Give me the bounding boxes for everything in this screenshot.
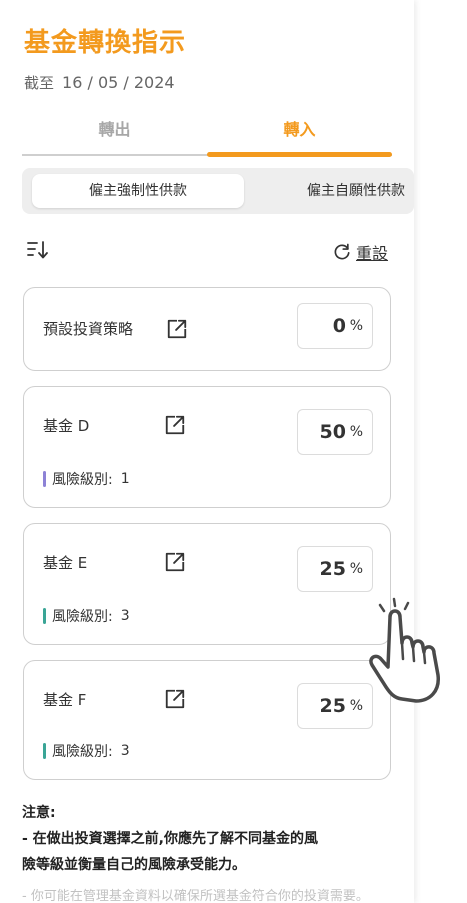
notice-line-1: - 在做出投資選擇之前,你應先了解不同基金的風 [22, 831, 319, 847]
notice-heading: 注意: [22, 805, 56, 821]
refresh-icon [334, 243, 350, 260]
risk-value: 3 [120, 743, 130, 759]
fund-card-d: 基金 D 50 % 風險級別: 1 [23, 386, 391, 508]
fund-name: 預設投資策略 [43, 320, 134, 338]
notice-line-2: 險等級並衡量自己的風險承受能力。 [22, 857, 246, 873]
risk-value: 1 [120, 471, 130, 487]
fund-card-default: 預設投資策略 0 % [23, 287, 391, 371]
percent-sign: % [349, 318, 363, 334]
page-title: 基金轉換指示 [24, 28, 187, 58]
sort-icon[interactable] [26, 238, 50, 262]
percent-input[interactable]: 50 % [297, 409, 373, 455]
tab-switch-out[interactable]: 轉出 [22, 116, 207, 140]
external-link-icon[interactable] [164, 414, 186, 436]
notice-section: 注意: - 在做出投資選擇之前,你應先了解不同基金的風 險等級並衡量自己的風險承… [22, 800, 392, 878]
contribution-type-tabs: 僱主強制性供款 僱主自願性供款 [22, 168, 414, 214]
percent-value: 25 [319, 558, 346, 580]
tab-active-indicator [207, 152, 392, 157]
risk-label: 風險級別: [52, 472, 113, 488]
percent-sign: % [349, 561, 363, 577]
risk-label: 風險級別: [52, 609, 113, 625]
external-link-icon[interactable] [166, 318, 188, 340]
percent-value: 25 [319, 695, 346, 717]
tab-employer-mandatory[interactable]: 僱主強制性供款 [32, 174, 244, 208]
fund-name: 基金 E [43, 554, 88, 572]
risk-color-bar [43, 471, 46, 487]
risk-color-bar [43, 743, 46, 759]
reset-button[interactable]: 重設 [332, 240, 388, 264]
fund-name: 基金 D [43, 417, 90, 435]
percent-input[interactable]: 25 % [297, 546, 373, 592]
as-of-date: 截至 16 / 05 / 2024 [24, 72, 175, 93]
risk-label: 風險級別: [52, 744, 113, 760]
reset-label: 重設 [356, 244, 389, 263]
risk-level: 風險級別: 3 [43, 741, 130, 761]
fund-card-f: 基金 F 25 % 風險級別: 3 [23, 660, 391, 780]
as-of-value: 16 / 05 / 2024 [62, 73, 175, 92]
switch-tabs: 轉出 轉入 [22, 116, 392, 160]
risk-value: 3 [120, 608, 130, 624]
fund-name: 基金 F [43, 691, 87, 709]
percent-value: 50 [319, 421, 346, 443]
fund-card-e: 基金 E 25 % 風險級別: 3 [23, 523, 391, 645]
fund-switch-page: 基金轉換指示 截至 16 / 05 / 2024 轉出 轉入 僱主強制性供款 僱主… [0, 0, 414, 903]
notice-line-3: - 你可能在管理基金資料以確保所選基金符合你的投資需要。 [22, 889, 369, 903]
risk-level: 風險級別: 3 [43, 606, 130, 626]
tab-switch-in[interactable]: 轉入 [207, 116, 392, 140]
percent-sign: % [349, 424, 363, 440]
external-link-icon[interactable] [164, 688, 186, 710]
percent-input[interactable]: 0 % [297, 303, 373, 349]
as-of-label: 截至 [24, 74, 55, 92]
tap-hand-icon [369, 597, 440, 703]
risk-level: 風險級別: 1 [43, 469, 130, 489]
external-link-icon[interactable] [164, 551, 186, 573]
tab-employer-voluntary[interactable]: 僱主自願性供款 [307, 174, 414, 208]
percent-value: 0 [332, 315, 346, 337]
risk-color-bar [43, 608, 46, 624]
